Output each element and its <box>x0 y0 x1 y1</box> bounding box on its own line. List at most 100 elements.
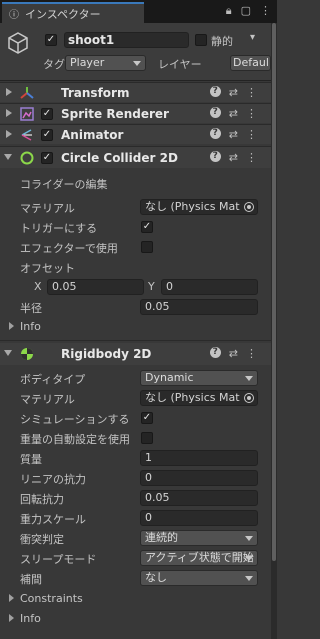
object-active-checkbox[interactable]: ✓ <box>45 34 57 46</box>
constraints-foldout-icon[interactable] <box>9 594 14 602</box>
mass-field[interactable]: 1 <box>140 450 258 466</box>
kebab-menu-icon[interactable]: ⋮ <box>246 107 257 120</box>
help-icon[interactable]: ? <box>209 86 221 97</box>
preset-icon[interactable]: ⇄ <box>229 128 238 141</box>
help-icon[interactable]: ? <box>209 128 221 139</box>
kebab-menu-icon[interactable]: ⋮ <box>246 86 257 99</box>
material-field[interactable]: なし (Physics Mat <box>140 199 258 215</box>
gravity-scale-field[interactable]: 0 <box>140 510 258 526</box>
gameobject-cube-icon <box>8 32 28 54</box>
component-transform[interactable]: Transform ? ⇄ ⋮ <box>0 82 271 102</box>
tag-dropdown[interactable]: Player <box>65 55 146 71</box>
foldout-arrow-icon[interactable] <box>6 88 12 96</box>
collision-detection-dropdown[interactable]: 連続的 <box>140 530 258 546</box>
interpolate-dropdown[interactable]: なし <box>140 570 258 586</box>
static-checkbox[interactable] <box>195 34 207 46</box>
edit-collider-label: コライダーの編集 <box>20 178 108 191</box>
enabled-checkbox[interactable]: ✓ <box>41 129 53 141</box>
object-picker-icon[interactable] <box>244 393 254 403</box>
chevron-down-icon <box>245 376 253 381</box>
offset-y-label: Y <box>148 280 155 293</box>
sprite-renderer-icon <box>20 107 34 121</box>
scrollbar[interactable] <box>271 23 277 639</box>
chevron-down-icon <box>245 576 253 581</box>
preset-icon[interactable]: ⇄ <box>229 151 238 164</box>
static-dropdown-arrow-icon[interactable]: ▾ <box>250 32 255 43</box>
info-foldout-label[interactable]: Info <box>20 320 41 333</box>
offset-x-field[interactable]: 0.05 <box>47 279 144 295</box>
component-title: Circle Collider 2D <box>61 151 178 165</box>
component-animator[interactable]: ✓ Animator ? ⇄ ⋮ <box>0 124 271 144</box>
rb-material-value: なし (Physics Mat <box>145 391 240 404</box>
tab-inspector[interactable]: ⓘ インスペクター <box>2 2 144 23</box>
kebab-menu-icon[interactable]: ⋮ <box>246 128 257 141</box>
layer-label: レイヤー <box>158 58 202 71</box>
offset-label: オフセット <box>20 262 75 275</box>
component-title: Rigidbody 2D <box>61 347 152 361</box>
radius-label: 半径 <box>20 302 42 315</box>
lock-icon[interactable]: 🔒︎ <box>226 4 232 18</box>
maximize-icon[interactable]: ▢ <box>241 4 251 18</box>
linear-drag-field[interactable]: 0 <box>140 470 258 486</box>
linear-drag-label: リニアの抗力 <box>20 473 86 486</box>
auto-mass-label: 重量の自動設定を使用 <box>20 433 130 446</box>
foldout-arrow-icon[interactable] <box>6 130 12 138</box>
inspector-tab-bar: ⓘ インスペクター 🔒︎ ▢ ⋮ <box>0 0 277 23</box>
static-label: 静的 <box>211 35 233 48</box>
collision-detection-label: 衝突判定 <box>20 533 64 546</box>
object-name-field[interactable]: shoot1 <box>64 32 189 48</box>
help-icon[interactable]: ? <box>209 347 221 358</box>
angular-drag-field[interactable]: 0.05 <box>140 490 258 506</box>
interpolate-label: 補間 <box>20 573 42 586</box>
is-trigger-checkbox[interactable]: ✓ <box>141 221 153 233</box>
auto-mass-checkbox[interactable] <box>141 432 153 444</box>
component-title: Sprite Renderer <box>61 107 169 121</box>
object-picker-icon[interactable] <box>244 202 254 212</box>
tab-inspector-label: インスペクター <box>25 7 101 21</box>
mass-label: 質量 <box>20 453 42 466</box>
component-tools: ? ⇄ ⋮ <box>209 107 257 120</box>
kebab-menu-icon[interactable]: ⋮ <box>246 347 257 360</box>
tab-buttons: 🔒︎ ▢ ⋮ <box>226 4 271 18</box>
foldout-arrow-icon[interactable] <box>4 350 12 356</box>
offset-y-field[interactable]: 0 <box>161 279 258 295</box>
preset-icon[interactable]: ⇄ <box>229 86 238 99</box>
collision-detection-value: 連続的 <box>145 531 178 544</box>
enabled-checkbox[interactable]: ✓ <box>41 152 53 164</box>
foldout-arrow-icon[interactable] <box>6 109 12 117</box>
interpolate-value: なし <box>145 571 167 584</box>
constraints-foldout-label[interactable]: Constraints <box>20 592 83 605</box>
preset-icon[interactable]: ⇄ <box>229 347 238 360</box>
enabled-checkbox[interactable]: ✓ <box>41 108 53 120</box>
layer-dropdown[interactable]: Defaul <box>230 55 271 71</box>
foldout-arrow-icon[interactable] <box>4 154 12 160</box>
preset-icon[interactable]: ⇄ <box>229 107 238 120</box>
component-rigidbody-2d[interactable]: Rigidbody 2D ? ⇄ ⋮ <box>0 343 271 365</box>
scrollbar-thumb[interactable] <box>272 23 276 561</box>
gravity-scale-label: 重力スケール <box>20 513 86 526</box>
sleep-mode-dropdown[interactable]: アクティブ状態で開始 <box>140 550 258 566</box>
kebab-menu-icon[interactable]: ⋮ <box>260 4 271 18</box>
rb-info-foldout-label[interactable]: Info <box>20 612 41 625</box>
radius-field[interactable]: 0.05 <box>140 299 258 315</box>
help-icon[interactable]: ? <box>209 151 221 162</box>
component-sprite-renderer[interactable]: ✓ Sprite Renderer ? ⇄ ⋮ <box>0 103 271 123</box>
info-icon: ⓘ <box>9 10 19 21</box>
help-icon[interactable]: ? <box>209 107 221 118</box>
layer-value: Defaul <box>233 56 269 69</box>
component-circle-collider-2d[interactable]: ✓ Circle Collider 2D ? ⇄ ⋮ <box>0 146 271 168</box>
info-foldout-icon[interactable] <box>9 322 14 330</box>
simulated-checkbox[interactable]: ✓ <box>141 412 153 424</box>
body-type-label: ボディタイプ <box>20 373 86 386</box>
body-type-dropdown[interactable]: Dynamic <box>140 370 258 386</box>
component-title: Animator <box>61 128 124 142</box>
rb-material-field[interactable]: なし (Physics Mat <box>140 390 258 406</box>
component-tools: ? ⇄ ⋮ <box>209 128 257 141</box>
transform-icon <box>20 86 34 100</box>
kebab-menu-icon[interactable]: ⋮ <box>246 151 257 164</box>
component-tools: ? ⇄ ⋮ <box>209 347 257 360</box>
component-tools: ? ⇄ ⋮ <box>209 86 257 99</box>
used-by-effector-checkbox[interactable] <box>141 241 153 253</box>
info-foldout-icon[interactable] <box>9 614 14 622</box>
tag-label: タグ <box>43 58 65 71</box>
